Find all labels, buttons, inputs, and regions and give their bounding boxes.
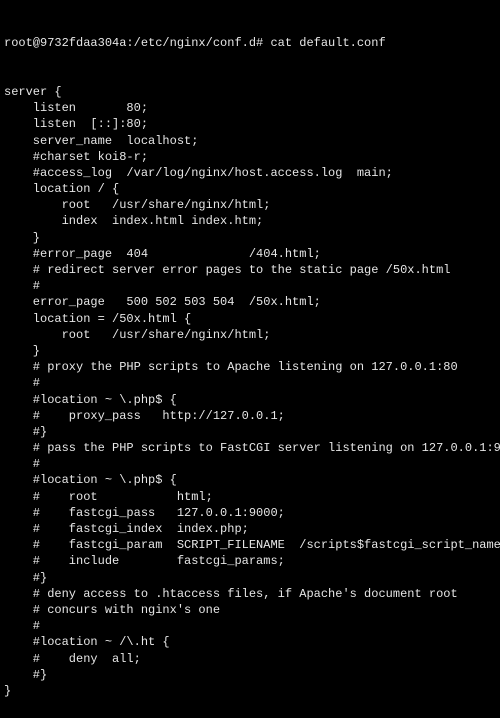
file-line: # proxy the PHP scripts to Apache listen… (4, 359, 496, 375)
file-line: #error_page 404 /404.html; (4, 246, 496, 262)
file-line: # pass the PHP scripts to FastCGI server… (4, 440, 496, 456)
file-line: # fastcgi_param SCRIPT_FILENAME /scripts… (4, 537, 496, 553)
file-line: # concurs with nginx's one (4, 602, 496, 618)
file-line: location / { (4, 181, 496, 197)
file-content: server { listen 80; listen [::]:80; serv… (4, 84, 496, 699)
file-line: error_page 500 502 503 504 /50x.html; (4, 294, 496, 310)
file-line: # redirect server error pages to the sta… (4, 262, 496, 278)
file-line: server_name localhost; (4, 133, 496, 149)
file-line: } (4, 230, 496, 246)
file-line: # proxy_pass http://127.0.0.1; (4, 408, 496, 424)
file-line: #access_log /var/log/nginx/host.access.l… (4, 165, 496, 181)
file-line: } (4, 683, 496, 699)
file-line: server { (4, 84, 496, 100)
file-line: root /usr/share/nginx/html; (4, 197, 496, 213)
shell-prompt-line: root@9732fdaa304a:/etc/nginx/conf.d# cat… (4, 35, 496, 51)
file-line: # (4, 456, 496, 472)
file-line: # deny access to .htaccess files, if Apa… (4, 586, 496, 602)
file-line: #location ~ \.php$ { (4, 392, 496, 408)
file-line: location = /50x.html { (4, 311, 496, 327)
file-line: root /usr/share/nginx/html; (4, 327, 496, 343)
file-line: # (4, 375, 496, 391)
file-line: listen [::]:80; (4, 116, 496, 132)
file-line: # deny all; (4, 651, 496, 667)
file-line: # fastcgi_pass 127.0.0.1:9000; (4, 505, 496, 521)
file-line: } (4, 343, 496, 359)
file-line: # (4, 618, 496, 634)
file-line: # root html; (4, 489, 496, 505)
file-line: listen 80; (4, 100, 496, 116)
file-line: # fastcgi_index index.php; (4, 521, 496, 537)
file-line: # (4, 278, 496, 294)
file-line: #} (4, 570, 496, 586)
file-line: #charset koi8-r; (4, 149, 496, 165)
file-line: index index.html index.htm; (4, 213, 496, 229)
file-line: #location ~ \.php$ { (4, 472, 496, 488)
terminal-output: root@9732fdaa304a:/etc/nginx/conf.d# cat… (0, 0, 500, 718)
file-line: #} (4, 667, 496, 683)
file-line: #location ~ /\.ht { (4, 634, 496, 650)
file-line: # include fastcgi_params; (4, 553, 496, 569)
file-line: #} (4, 424, 496, 440)
